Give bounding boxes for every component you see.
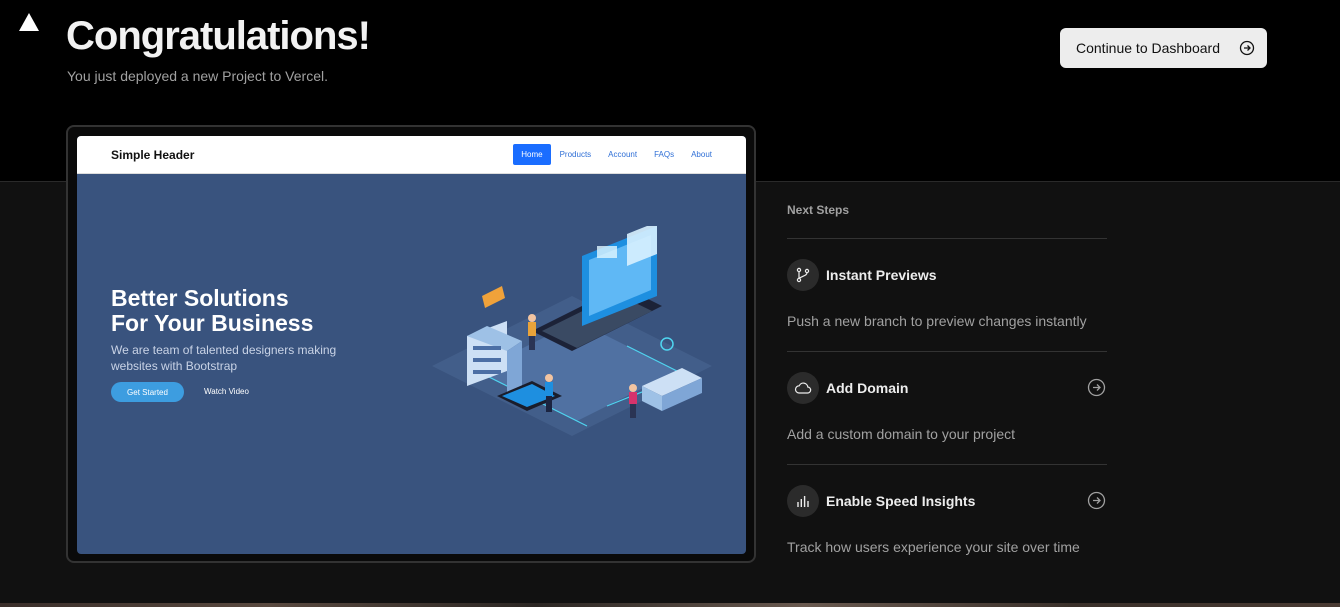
preview-get-started-button: Get Started — [111, 382, 184, 402]
preview-nav-account: Account — [608, 150, 638, 159]
preview-navbar: Simple Header Home Products Account FAQs… — [77, 136, 746, 174]
divider — [787, 464, 1107, 465]
preview-nav-products: Products — [559, 150, 592, 159]
deployment-preview[interactable]: Simple Header Home Products Account FAQs… — [66, 125, 756, 563]
arrow-circle-icon — [1239, 40, 1255, 56]
cloud-icon[interactable] — [787, 372, 819, 404]
divider — [787, 238, 1107, 239]
decorative-strip — [0, 603, 1340, 607]
step-desc-add-domain: Add a custom domain to your project — [787, 426, 1016, 442]
preview-nav-links: Home Products Account FAQs About — [512, 144, 720, 165]
arrow-circle-icon[interactable] — [1087, 378, 1106, 397]
step-title-enable-speed-insights[interactable]: Enable Speed Insights — [826, 493, 975, 509]
step-desc-instant-previews: Push a new branch to preview changes ins… — [787, 313, 1087, 329]
continue-to-dashboard-button[interactable]: Continue to Dashboard — [1060, 28, 1267, 68]
step-desc-enable-speed-insights: Track how users experience your site ove… — [787, 539, 1080, 555]
preview-watch-video-link: Watch Video — [204, 387, 249, 396]
step-title-instant-previews: Instant Previews — [826, 267, 937, 283]
branch-icon — [787, 259, 819, 291]
preview-screenshot: Simple Header Home Products Account FAQs… — [77, 136, 746, 554]
vercel-logo-icon[interactable] — [18, 12, 40, 32]
preview-nav-faqs: FAQs — [654, 150, 675, 159]
preview-brand: Simple Header — [111, 148, 195, 162]
next-steps-heading: Next Steps — [787, 203, 850, 217]
isometric-illustration — [432, 226, 712, 436]
step-title-add-domain[interactable]: Add Domain — [826, 380, 908, 396]
bar-chart-icon[interactable] — [787, 485, 819, 517]
arrow-circle-icon[interactable] — [1087, 491, 1106, 510]
preview-nav-home: Home — [513, 144, 551, 165]
dashboard-button-label: Continue to Dashboard — [1076, 40, 1220, 56]
preview-hero-subtitle: We are team of talented designers making… — [111, 343, 337, 373]
preview-hero-title: Better Solutions For Your Business — [111, 285, 314, 336]
divider — [787, 351, 1107, 352]
page-title: Congratulations! — [66, 14, 371, 58]
page-subtitle: You just deployed a new Project to Verce… — [67, 68, 328, 84]
preview-nav-about: About — [691, 150, 712, 159]
